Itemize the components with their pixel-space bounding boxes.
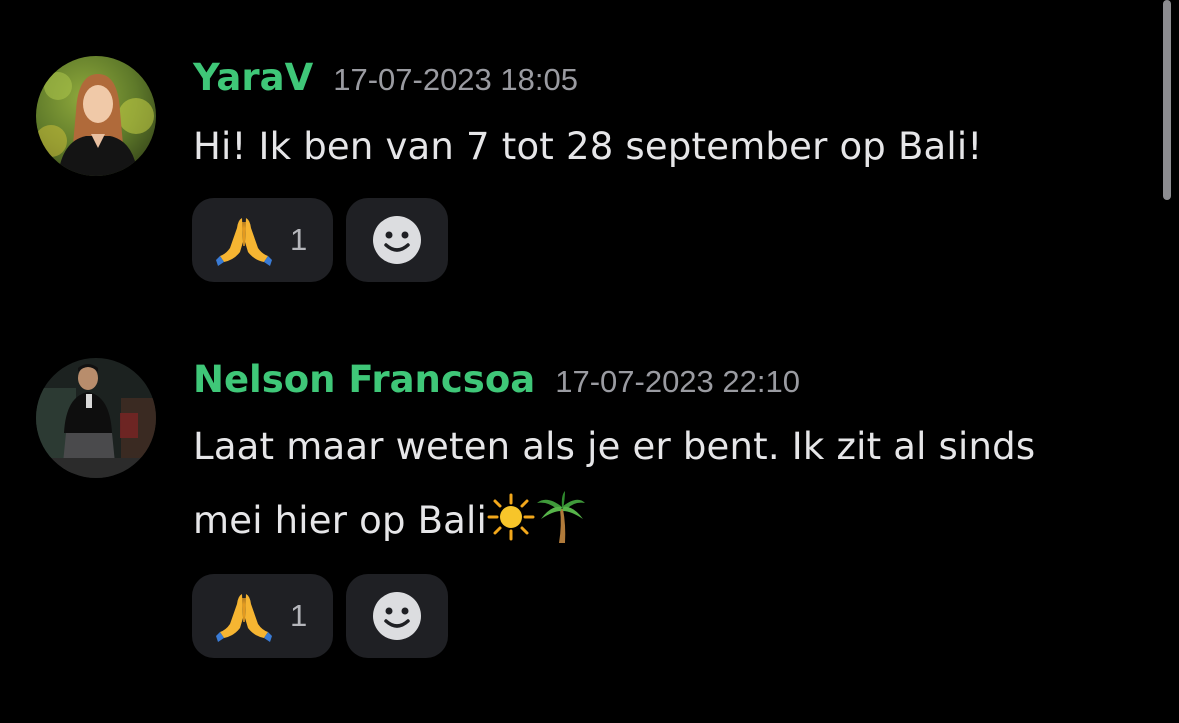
- message-text-line: Laat maar weten als je er bent. Ik zit a…: [193, 425, 1036, 468]
- add-reaction-button[interactable]: [346, 198, 448, 282]
- message-text-line: Hi! Ik ben van 7 tot 28 september op Bal…: [193, 125, 983, 168]
- reaction-bar: 1: [192, 198, 448, 282]
- username[interactable]: Nelson Francsoa: [193, 358, 535, 401]
- folded-hands-icon: [216, 588, 272, 644]
- add-reaction-button[interactable]: [346, 574, 448, 658]
- message-header: Nelson Francsoa 17-07-2023 22:10: [193, 358, 800, 408]
- avatar[interactable]: [36, 358, 156, 478]
- reaction-count: 1: [290, 598, 308, 633]
- palm-tree-icon: [535, 491, 587, 543]
- message-text-fragment: mei hier op Bali: [193, 499, 488, 542]
- timestamp: 17-07-2023 18:05: [333, 62, 578, 97]
- message-text: Hi! Ik ben van 7 tot 28 september op Bal…: [193, 110, 1133, 184]
- sun-icon: [487, 491, 535, 543]
- scrollbar[interactable]: [1163, 0, 1171, 200]
- timestamp: 17-07-2023 22:10: [555, 364, 800, 399]
- smiley-add-reaction-icon: [371, 590, 423, 642]
- message-text-line: mei hier op Bali: [193, 484, 1133, 558]
- message-header: YaraV 17-07-2023 18:05: [193, 56, 578, 106]
- chat-message-list: YaraV 17-07-2023 18:05 Hi! Ik ben van 7 t…: [0, 0, 1179, 723]
- folded-hands-icon: [216, 212, 272, 268]
- avatar[interactable]: [36, 56, 156, 176]
- reaction-folded-hands[interactable]: 1: [192, 574, 333, 658]
- reaction-folded-hands[interactable]: 1: [192, 198, 333, 282]
- username[interactable]: YaraV: [193, 56, 313, 99]
- reaction-bar: 1: [192, 574, 448, 658]
- smiley-add-reaction-icon: [371, 214, 423, 266]
- message-text: Laat maar weten als je er bent. Ik zit a…: [193, 410, 1133, 558]
- reaction-count: 1: [290, 222, 308, 257]
